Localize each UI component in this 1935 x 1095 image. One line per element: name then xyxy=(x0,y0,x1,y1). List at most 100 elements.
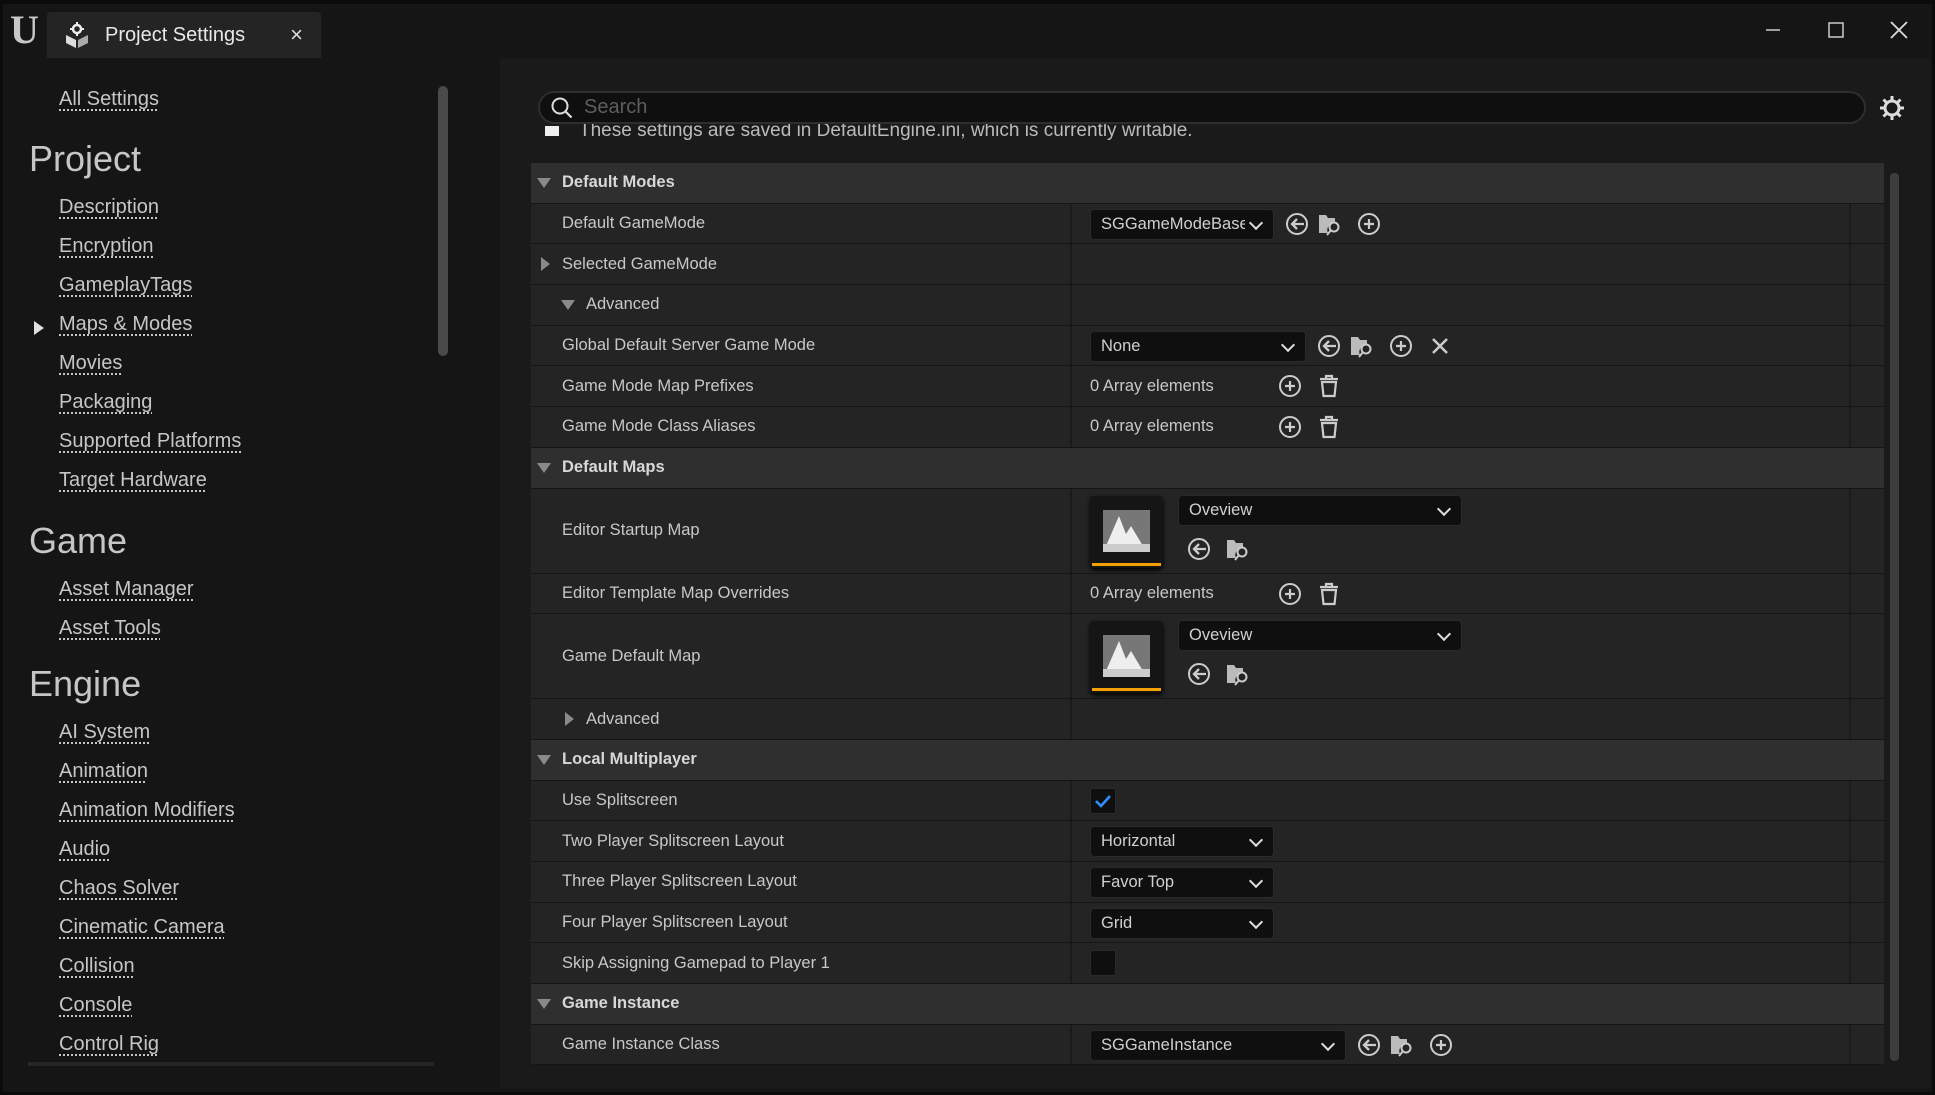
close-icon[interactable] xyxy=(1879,14,1919,46)
property-row-two-player-splitscreen-layout: Two Player Splitscreen Layout Horizontal xyxy=(531,821,1884,862)
value-combo[interactable]: Favor Top xyxy=(1090,866,1274,898)
browse-back-icon[interactable] xyxy=(1186,536,1212,562)
reset-column xyxy=(1849,614,1851,699)
reset-column xyxy=(1849,1024,1851,1065)
sidebar-scroll-end xyxy=(28,1062,434,1066)
folder-search-icon[interactable] xyxy=(1225,661,1251,687)
sidebar-item-collision[interactable]: Collision xyxy=(59,955,135,978)
sidebar-item-all-settings[interactable]: All Settings xyxy=(59,88,159,111)
checkbox[interactable] xyxy=(1090,787,1116,814)
section-game-instance[interactable]: Game Instance xyxy=(531,984,1884,1025)
folder-search-icon[interactable] xyxy=(1317,211,1343,237)
details-scrollbar[interactable] xyxy=(1890,173,1899,1061)
sidebar-item-audio[interactable]: Audio xyxy=(59,838,110,861)
browse-back-icon[interactable] xyxy=(1186,661,1212,687)
property-label: Selected GameMode xyxy=(562,254,718,273)
folder-search-icon[interactable] xyxy=(1225,536,1251,562)
sidebar-item-cinematic-camera[interactable]: Cinematic Camera xyxy=(59,916,225,939)
property-label: Editor Template Map Overrides xyxy=(562,583,790,602)
property-label: Two Player Splitscreen Layout xyxy=(562,831,784,850)
sidebar-item-ai-system[interactable]: AI System xyxy=(59,721,150,744)
value-combo[interactable]: Grid xyxy=(1090,907,1274,939)
reset-column xyxy=(1849,902,1851,943)
gear-icon[interactable] xyxy=(1878,94,1906,122)
asset-combo[interactable]: Oveview xyxy=(1178,620,1462,652)
property-row-selected-gamemode[interactable]: Selected GameMode xyxy=(531,244,1884,286)
add-icon[interactable] xyxy=(1356,211,1382,237)
folder-search-icon[interactable] xyxy=(1389,1032,1415,1058)
add-icon[interactable] xyxy=(1277,373,1303,399)
property-row-advanced[interactable]: Advanced xyxy=(531,699,1884,740)
sidebar-item-supported-platforms[interactable]: Supported Platforms xyxy=(59,430,241,453)
search-box[interactable] xyxy=(538,91,1866,124)
sidebar-item-target-hardware[interactable]: Target Hardware xyxy=(59,469,207,492)
reset-column xyxy=(1849,203,1851,244)
browse-back-icon[interactable] xyxy=(1284,211,1310,237)
property-row-advanced[interactable]: Advanced xyxy=(531,285,1884,326)
browse-back-icon[interactable] xyxy=(1356,1032,1382,1058)
sidebar-item-encryption[interactable]: Encryption xyxy=(59,235,154,258)
section-default-modes[interactable]: Default Modes xyxy=(531,163,1884,204)
chevron-down-icon xyxy=(1248,873,1264,889)
delete-icon[interactable] xyxy=(1316,373,1342,399)
sidebar-item-animation[interactable]: Animation xyxy=(59,760,148,783)
sidebar-item-chaos-solver[interactable]: Chaos Solver xyxy=(59,877,179,900)
collapse-arrow-icon[interactable] xyxy=(537,177,551,188)
collapse-arrow-icon[interactable] xyxy=(537,998,551,1009)
value-combo[interactable]: Horizontal xyxy=(1090,826,1274,858)
sidebar-item-control-rig[interactable]: Control Rig xyxy=(59,1033,159,1056)
minimize-icon[interactable] xyxy=(1753,14,1793,46)
expand-arrow-icon[interactable] xyxy=(34,321,44,335)
sidebar-item-packaging[interactable]: Packaging xyxy=(59,391,152,414)
sidebar-item-description[interactable]: Description xyxy=(59,196,159,219)
sidebar-item-console[interactable]: Console xyxy=(59,994,132,1017)
sidebar-item-movies[interactable]: Movies xyxy=(59,352,122,375)
close-tab-icon[interactable]: × xyxy=(290,22,303,48)
array-count: 0 Array elements xyxy=(1090,583,1214,602)
value-combo[interactable]: SGGameModeBase xyxy=(1090,208,1274,240)
collapse-arrow-icon[interactable] xyxy=(537,754,551,765)
sidebar-item-maps-modes[interactable]: Maps & Modes xyxy=(59,313,192,336)
sidebar-item-gameplaytags[interactable]: GameplayTags xyxy=(59,274,192,297)
maximize-icon[interactable] xyxy=(1816,14,1856,46)
asset-thumbnail[interactable] xyxy=(1090,621,1163,694)
sidebar-item-asset-tools[interactable]: Asset Tools xyxy=(59,617,161,640)
combo-value: SGGameInstance xyxy=(1101,1035,1233,1054)
expand-arrow-icon[interactable] xyxy=(541,257,550,272)
section-default-maps[interactable]: Default Maps xyxy=(531,447,1884,489)
section-local-multiplayer[interactable]: Local Multiplayer xyxy=(531,739,1884,781)
expand-arrow-icon[interactable] xyxy=(565,712,574,727)
clear-icon[interactable] xyxy=(1427,333,1453,359)
delete-icon[interactable] xyxy=(1316,581,1342,607)
search-input[interactable] xyxy=(584,96,1784,119)
reset-column xyxy=(1849,325,1851,366)
sidebar-item-animation-modifiers[interactable]: Animation Modifiers xyxy=(59,799,235,822)
browse-back-icon[interactable] xyxy=(1316,333,1342,359)
reset-column xyxy=(1849,821,1851,861)
chevron-down-icon xyxy=(1320,1036,1336,1051)
sidebar-item-asset-manager[interactable]: Asset Manager xyxy=(59,578,194,601)
asset-combo[interactable]: Oveview xyxy=(1178,494,1462,526)
sidebar-heading-engine: Engine xyxy=(29,663,142,704)
sidebar-scrollbar[interactable] xyxy=(438,86,448,356)
value-column xyxy=(1070,285,1882,325)
unreal-logo[interactable]: U xyxy=(10,10,46,50)
tab-project-settings[interactable]: Project Settings × xyxy=(47,12,321,58)
chevron-down-icon xyxy=(1280,337,1296,352)
combo-value: Grid xyxy=(1101,913,1133,932)
add-icon[interactable] xyxy=(1277,414,1303,440)
add-icon[interactable] xyxy=(1388,333,1414,359)
asset-thumbnail[interactable] xyxy=(1090,495,1163,568)
checkbox[interactable] xyxy=(1090,950,1116,977)
add-icon[interactable] xyxy=(1277,581,1303,607)
combo-value: SGGameModeBase xyxy=(1101,214,1245,233)
add-icon[interactable] xyxy=(1428,1032,1454,1058)
value-column xyxy=(1070,943,1882,983)
folder-search-icon[interactable] xyxy=(1349,333,1375,359)
map-thumbnail-icon xyxy=(1103,635,1150,678)
collapse-arrow-icon[interactable] xyxy=(537,462,551,473)
collapse-arrow-icon[interactable] xyxy=(561,299,575,310)
value-combo[interactable]: SGGameInstance xyxy=(1090,1029,1346,1061)
delete-icon[interactable] xyxy=(1316,414,1342,440)
value-combo[interactable]: None xyxy=(1090,330,1306,362)
